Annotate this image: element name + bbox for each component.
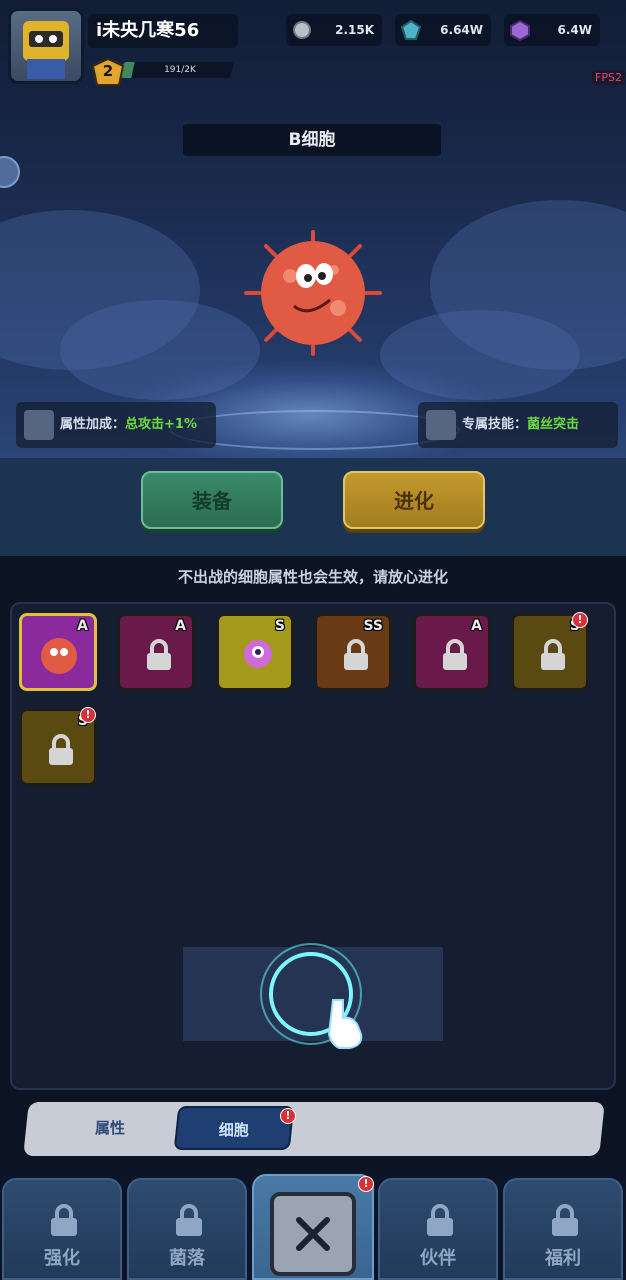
player-name: i未央几寒56 — [88, 14, 238, 48]
cell-grade: S — [274, 618, 285, 634]
nav-colony-label: 菌落 — [169, 1248, 205, 1269]
cell-grade: A — [471, 618, 482, 634]
equip-button[interactable]: 装备 — [141, 471, 283, 529]
cell-slot[interactable]: A — [413, 613, 491, 691]
cell-title: B细胞 — [183, 124, 441, 156]
cell-slot[interactable]: SS — [314, 613, 392, 691]
cell-portrait — [244, 640, 272, 668]
exclusive-skill-value: 菌丝突击 — [527, 417, 580, 432]
lock-icon — [51, 1204, 77, 1236]
coin-icon — [293, 21, 311, 39]
avatar[interactable] — [8, 8, 84, 84]
lock-icon — [443, 639, 467, 670]
tap-hint-icon — [260, 943, 363, 1049]
cube-counter[interactable]: 6.4W — [504, 14, 600, 46]
cube-value: 6.4W — [557, 23, 593, 37]
level-badge: 2 — [91, 57, 125, 86]
alert-badge: ! — [80, 707, 96, 723]
alert-badge: ! — [572, 612, 588, 628]
cell-grade: A — [77, 618, 88, 634]
attribute-bonus-value: 总攻击+1% — [125, 417, 197, 432]
alert-badge: ! — [358, 1176, 374, 1192]
tab-cells[interactable]: 细胞 — [173, 1106, 295, 1150]
gem-icon — [400, 19, 422, 40]
nav-welfare[interactable]: 福利 — [503, 1178, 623, 1280]
nav-enhance-label: 强化 — [44, 1248, 80, 1269]
lock-icon — [147, 639, 171, 670]
level-number: 2 — [102, 62, 114, 80]
xp-text: 191/2K — [164, 65, 196, 75]
close-button[interactable] — [270, 1192, 356, 1276]
gem-value: 6.64W — [440, 23, 483, 37]
lock-icon — [552, 1204, 578, 1236]
exclusive-skill-tag: 专属技能：菌丝突击 — [418, 402, 618, 448]
cell-portrait — [41, 638, 77, 674]
cell-slot[interactable]: A — [117, 613, 195, 691]
gem-counter[interactable]: 6.64W — [395, 14, 491, 46]
tab-attributes[interactable]: 属性 — [60, 1106, 160, 1150]
exclusive-skill-label: 专属技能： — [462, 417, 528, 432]
close-icon — [296, 1217, 330, 1251]
coin-value: 2.15K — [335, 23, 374, 37]
cell-slot[interactable]: A — [19, 613, 97, 691]
tab-cells-label: 细胞 — [218, 1121, 249, 1139]
lock-icon — [49, 734, 73, 765]
lock-icon — [344, 639, 368, 670]
nav-partner[interactable]: 伙伴 — [378, 1178, 498, 1280]
cell-grade: A — [175, 618, 186, 634]
fps-counter: FPS2 — [592, 70, 625, 85]
b-cell-character — [238, 228, 388, 358]
cell-slot[interactable]: S — [216, 613, 294, 691]
attribute-bonus-tag: 属性加成：总攻击+1% — [16, 402, 216, 448]
sword-icon — [426, 410, 456, 440]
evolve-button[interactable]: 进化 — [343, 471, 485, 529]
cube-icon — [510, 19, 530, 42]
cell-grade: SS — [363, 618, 383, 634]
nav-partner-label: 伙伴 — [420, 1248, 456, 1269]
lock-icon — [541, 639, 565, 670]
lock-icon — [427, 1204, 453, 1236]
nav-enhance[interactable]: 强化 — [2, 1178, 122, 1280]
action-band — [0, 458, 626, 556]
nav-welfare-label: 福利 — [545, 1248, 581, 1269]
lock-icon — [176, 1204, 202, 1236]
nav-colony[interactable]: 菌落 — [127, 1178, 247, 1280]
alert-badge: ! — [280, 1108, 296, 1124]
coin-counter[interactable]: 2.15K — [286, 14, 382, 46]
attribute-bonus-label: 属性加成： — [60, 417, 126, 432]
evolve-hint: 不出战的细胞属性也会生效，请放心进化 — [177, 568, 448, 586]
sword-icon — [24, 410, 54, 440]
